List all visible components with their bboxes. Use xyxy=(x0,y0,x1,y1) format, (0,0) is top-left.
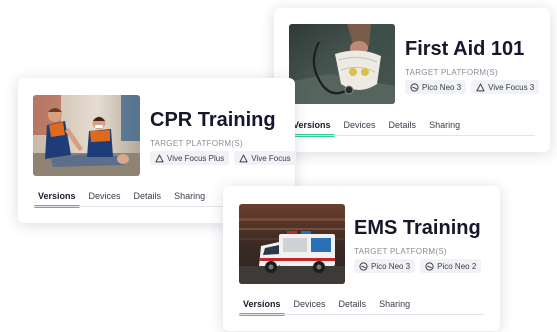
pico-icon xyxy=(425,261,434,271)
tab-details[interactable]: Details xyxy=(389,120,417,136)
tab-versions[interactable]: Versions xyxy=(34,191,80,208)
platform-chip-label: Vive Focus 3 xyxy=(488,82,535,92)
tab-devices[interactable]: Devices xyxy=(294,299,326,315)
card-tabs: Versions Devices Details Sharing xyxy=(239,299,410,316)
tab-sharing[interactable]: Sharing xyxy=(379,299,410,315)
vive-icon xyxy=(155,154,164,163)
platform-chip-label: Vive Focus xyxy=(251,153,291,163)
pico-icon xyxy=(359,261,368,271)
first-aid-kit-photo-icon xyxy=(289,24,395,104)
tab-versions[interactable]: Versions xyxy=(289,120,335,137)
target-platform-label: TARGET PLATFORM(S) xyxy=(150,139,243,148)
tab-details[interactable]: Details xyxy=(339,299,367,315)
platform-chip-vive-focus: Vive Focus xyxy=(234,151,296,165)
card-tabs: Versions Devices Details Sharing xyxy=(34,191,205,208)
platform-chip-list: Pico Neo 3 Vive Focus 3 xyxy=(405,80,540,94)
tab-details[interactable]: Details xyxy=(134,191,162,207)
platform-chip-vive-focus-plus: Vive Focus Plus xyxy=(150,151,230,165)
app-title: First Aid 101 xyxy=(405,38,525,60)
platform-chip-pico-neo-3: Pico Neo 3 xyxy=(354,259,416,273)
platform-chip-list: Pico Neo 3 Pico Neo 2 xyxy=(354,259,482,273)
app-title: EMS Training xyxy=(354,217,481,239)
app-showcase: First Aid 101 TARGET PLATFORM(S) Pico Ne… xyxy=(0,0,557,332)
platform-chip-vive-focus-3: Vive Focus 3 xyxy=(471,80,540,94)
platform-chip-label: Pico Neo 3 xyxy=(371,261,411,271)
card-tabs: Versions Devices Details Sharing xyxy=(289,120,460,137)
cpr-thumbnail xyxy=(33,95,140,176)
platform-chip-label: Vive Focus Plus xyxy=(167,153,225,163)
ems-thumbnail xyxy=(239,204,345,284)
platform-chip-label: Pico Neo 2 xyxy=(437,261,477,271)
tab-divider xyxy=(289,135,535,136)
vive-icon xyxy=(476,83,485,92)
tab-divider xyxy=(238,314,484,315)
tab-devices[interactable]: Devices xyxy=(89,191,121,207)
target-platform-label: TARGET PLATFORM(S) xyxy=(354,247,447,256)
platform-chip-list: Vive Focus Plus Vive Focus xyxy=(150,151,296,165)
app-card-first-aid[interactable]: First Aid 101 TARGET PLATFORM(S) Pico Ne… xyxy=(274,8,550,152)
tab-devices[interactable]: Devices xyxy=(344,120,376,136)
cpr-training-photo-icon xyxy=(33,95,140,176)
app-card-ems[interactable]: EMS Training TARGET PLATFORM(S) Pico Neo… xyxy=(223,186,500,331)
platform-chip-pico-neo-3: Pico Neo 3 xyxy=(405,80,467,94)
platform-chip-pico-neo-2: Pico Neo 2 xyxy=(420,259,482,273)
platform-chip-label: Pico Neo 3 xyxy=(422,82,462,92)
ambulance-photo-icon xyxy=(239,204,345,284)
first-aid-thumbnail xyxy=(289,24,395,104)
target-platform-label: TARGET PLATFORM(S) xyxy=(405,68,498,77)
tab-versions[interactable]: Versions xyxy=(239,299,285,316)
tab-sharing[interactable]: Sharing xyxy=(174,191,205,207)
app-title: CPR Training xyxy=(150,109,276,131)
vive-icon xyxy=(239,154,248,163)
pico-icon xyxy=(410,82,419,92)
tab-sharing[interactable]: Sharing xyxy=(429,120,460,136)
